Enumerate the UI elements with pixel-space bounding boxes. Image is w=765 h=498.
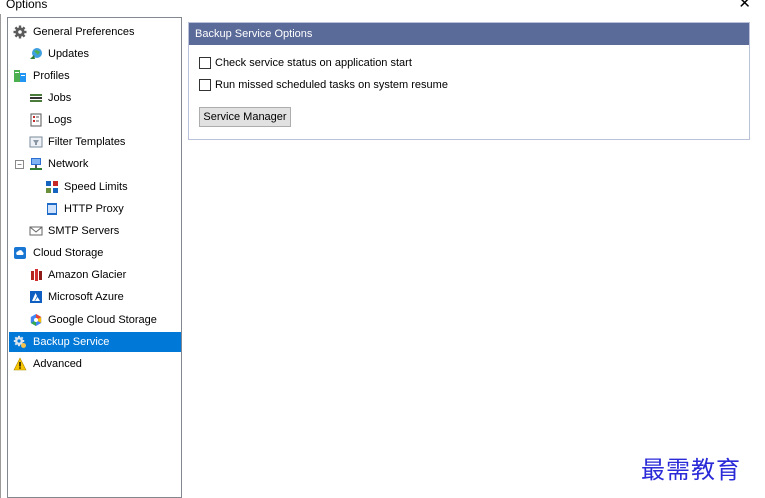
tree-item-network[interactable]: − Network <box>9 154 180 174</box>
tree-item-label: Microsoft Azure <box>48 291 124 303</box>
collapse-expander-icon[interactable]: − <box>15 160 24 169</box>
mail-icon <box>29 226 43 236</box>
gear-icon <box>13 25 27 39</box>
tree-item-label: Updates <box>48 48 89 60</box>
tree-item-updates[interactable]: Updates <box>9 44 180 64</box>
checkbox-label: Check service status on application star… <box>215 57 412 69</box>
azure-icon <box>30 291 42 303</box>
checkbox-label: Run missed scheduled tasks on system res… <box>215 79 448 91</box>
tree-item-label: Logs <box>48 114 72 126</box>
service-manager-button[interactable]: Service Manager <box>199 107 291 127</box>
tree-item-profiles[interactable]: Profiles <box>9 66 180 86</box>
google-cloud-icon <box>30 314 42 326</box>
tree-item-jobs[interactable]: Jobs <box>9 88 180 108</box>
tree-item-filter-templates[interactable]: Filter Templates <box>9 132 180 152</box>
tree-item-backup-service[interactable]: Backup Service <box>9 332 181 352</box>
watermark-text: 最需教育 <box>641 456 741 484</box>
checkbox-box[interactable] <box>199 79 211 91</box>
tree-item-label: Backup Service <box>33 336 110 348</box>
tree-item-label: SMTP Servers <box>48 225 120 237</box>
backup-service-options-panel: Backup Service Options Check service sta… <box>188 22 750 140</box>
tree-item-label: Advanced <box>33 358 82 370</box>
tree-item-label: Amazon Glacier <box>48 269 127 281</box>
tree-item-microsoft-azure[interactable]: Microsoft Azure <box>9 287 180 307</box>
globe-update-icon <box>30 48 42 59</box>
tree-item-amazon-glacier[interactable]: Amazon Glacier <box>9 265 180 285</box>
http-proxy-icon <box>47 203 57 215</box>
tree-item-label: Google Cloud Storage <box>48 314 157 326</box>
tree-item-label: Jobs <box>48 92 72 104</box>
tree-item-label: Filter Templates <box>48 136 126 148</box>
tree-item-label: Network <box>48 158 89 170</box>
tree-item-speed-limits[interactable]: Speed Limits <box>9 177 180 197</box>
filter-icon <box>29 136 43 148</box>
tree-item-advanced[interactable]: Advanced <box>9 354 180 374</box>
options-tree[interactable]: General Preferences Updates Profiles Job… <box>7 17 182 498</box>
tree-item-label: Cloud Storage <box>33 247 104 259</box>
cloud-icon <box>14 247 26 259</box>
amazon-glacier-icon <box>31 269 42 281</box>
close-icon[interactable]: ✕ <box>738 0 751 12</box>
jobs-icon <box>30 94 42 102</box>
tree-item-label: General Preferences <box>33 26 135 38</box>
title-bar: Options ✕ <box>0 0 765 14</box>
tree-item-cloud-storage[interactable]: Cloud Storage <box>9 243 180 263</box>
window-title: Options <box>6 0 48 11</box>
warning-icon <box>13 357 27 371</box>
profiles-icon <box>14 70 26 82</box>
network-icon <box>30 158 42 170</box>
panel-header: Backup Service Options <box>189 23 749 45</box>
tree-item-google-cloud-storage[interactable]: Google Cloud Storage <box>9 310 180 330</box>
checkbox-box[interactable] <box>199 57 211 69</box>
window-border <box>0 14 1 498</box>
tree-item-smtp-servers[interactable]: SMTP Servers <box>9 221 180 241</box>
tree-item-label: Profiles <box>33 70 70 82</box>
tree-item-logs[interactable]: Logs <box>9 110 180 130</box>
tree-item-http-proxy[interactable]: HTTP Proxy <box>9 199 180 219</box>
tree-item-general-preferences[interactable]: General Preferences <box>9 22 180 42</box>
tree-item-label: HTTP Proxy <box>64 203 124 215</box>
logs-icon <box>30 113 42 127</box>
tree-item-label: Speed Limits <box>64 181 128 193</box>
speed-limits-icon <box>46 181 58 193</box>
backup-service-gear-icon <box>13 335 26 348</box>
